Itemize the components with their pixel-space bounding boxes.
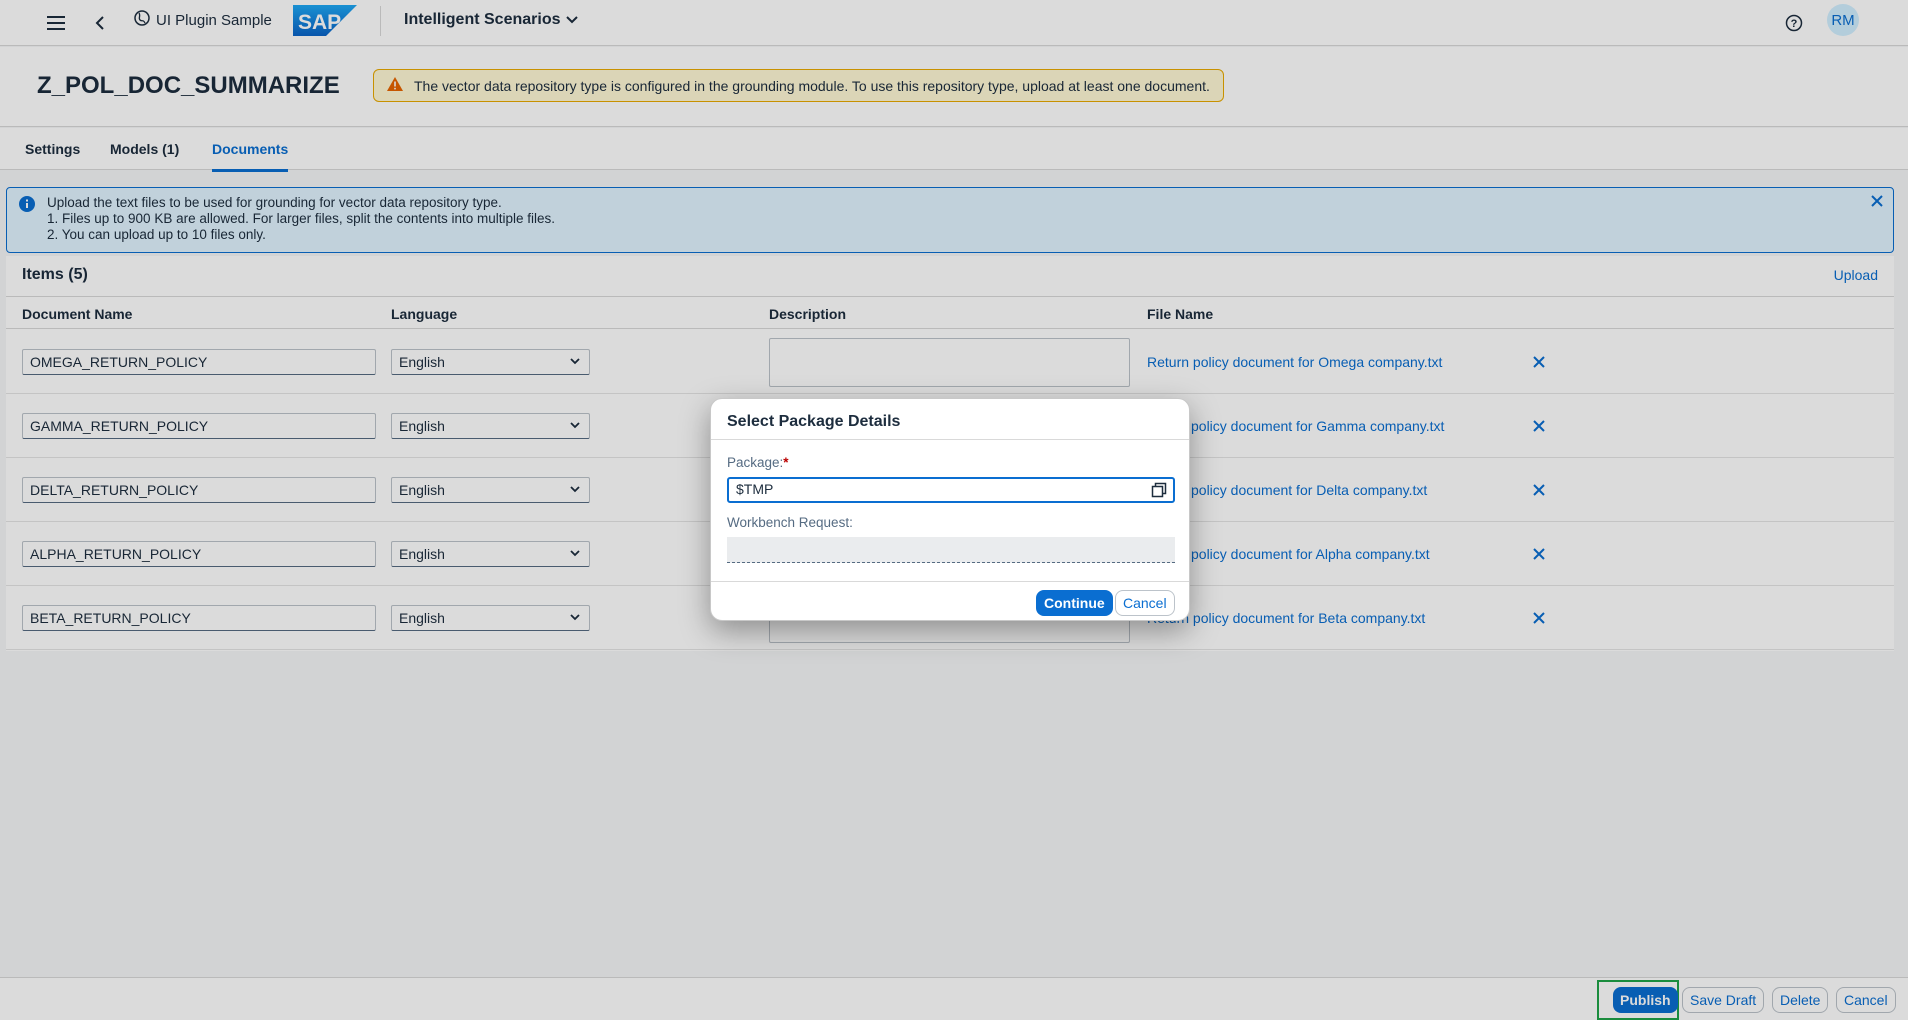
- workbench-request-field: [727, 537, 1175, 563]
- dialog-cancel-button[interactable]: Cancel: [1115, 590, 1175, 616]
- package-label: Package:*: [727, 455, 789, 470]
- select-package-dialog: Select Package Details Package:* $TMP Wo…: [710, 398, 1190, 621]
- value-help-icon[interactable]: [1151, 482, 1167, 501]
- dialog-header-divider: [711, 439, 1189, 440]
- workbench-request-label: Workbench Request:: [727, 515, 853, 530]
- package-input[interactable]: $TMP: [727, 477, 1175, 503]
- package-label-text: Package:: [727, 455, 784, 470]
- dialog-footer-divider: [711, 581, 1189, 582]
- continue-button[interactable]: Continue: [1036, 590, 1113, 616]
- required-marker: *: [783, 455, 789, 470]
- dialog-title: Select Package Details: [727, 413, 901, 430]
- package-value: $TMP: [736, 481, 774, 497]
